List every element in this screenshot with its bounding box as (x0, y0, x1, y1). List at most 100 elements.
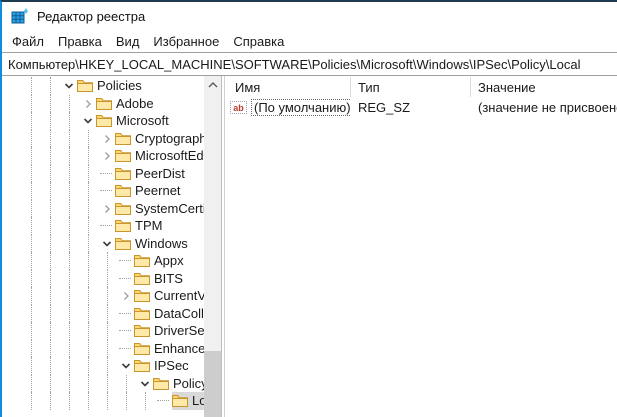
tree-item-label: PeerDist (135, 166, 185, 181)
tree-guide-line (69, 130, 70, 148)
tree-item-currentvers[interactable]: CurrentVers (2, 287, 204, 305)
address-bar[interactable]: Компьютер\HKEY_LOCAL_MACHINE\SOFTWARE\Po… (2, 52, 617, 76)
menu-edit[interactable]: Правка (51, 32, 109, 51)
chevron-right-icon[interactable] (80, 96, 96, 112)
tree-item-content: Cryptography (115, 130, 204, 148)
tree-item-content: Local (172, 392, 204, 410)
tree-item-windows[interactable]: Windows (2, 235, 204, 253)
tree-guide-line (31, 375, 32, 393)
tree-item-content: DataCollect (134, 305, 204, 323)
tree-guide-line (88, 252, 89, 270)
folder-icon (77, 79, 93, 92)
tree-guide-line (69, 305, 70, 323)
chevron-down-icon[interactable] (118, 358, 134, 374)
menu-file[interactable]: Файл (5, 32, 51, 51)
tree-guide-line (31, 147, 32, 165)
column-header-value[interactable]: Значение (471, 77, 617, 97)
tree-item-enhancedst[interactable]: EnhancedSt (2, 340, 204, 358)
tree-guide-line (126, 375, 127, 393)
chevron-down-icon[interactable] (99, 236, 115, 252)
tree-guide-line (126, 392, 127, 410)
chevron-right-icon[interactable] (99, 201, 115, 217)
tree-guide-line (88, 375, 89, 393)
tree-guide-line (107, 252, 108, 270)
value-name-cell: ab(По умолчанию) (225, 99, 351, 116)
tree-item-driversearc[interactable]: DriverSearc (2, 322, 204, 340)
tree-item-policy[interactable]: Policy (2, 375, 204, 393)
tree-item-content: IPSec (134, 357, 204, 375)
tree-item-label: DriverSearc (154, 323, 204, 338)
chevron-down-icon[interactable] (80, 113, 96, 129)
tree-item-label: Policy (173, 376, 204, 391)
list-rows: ab(По умолчанию)REG_SZ(значение не присв… (225, 97, 617, 118)
scroll-thumb[interactable] (204, 351, 221, 417)
tree-guide-line (31, 217, 32, 235)
folder-icon (134, 289, 150, 302)
folder-icon (115, 202, 131, 215)
tree-pane: PoliciesAdobeMicrosoftCryptographyMicros… (2, 76, 222, 417)
tree-item-adobe[interactable]: Adobe (2, 95, 204, 113)
tree-item-systemcertific[interactable]: SystemCertific (2, 200, 204, 218)
tree-guide-line (107, 375, 108, 393)
tree-guide-line (69, 112, 70, 130)
tree-item-local[interactable]: Local (2, 392, 204, 410)
column-header-name[interactable]: Имя (225, 77, 351, 97)
titlebar[interactable]: Редактор реестра (2, 2, 617, 30)
folder-icon (134, 359, 150, 372)
tree-item-content: TPM (115, 217, 204, 235)
tree-item-label: Appx (154, 253, 184, 268)
regedit-app-icon (11, 7, 29, 25)
tree-guide-line (50, 112, 51, 130)
menu-view[interactable]: Вид (109, 32, 147, 51)
tree-item-appx[interactable]: Appx (2, 252, 204, 270)
tree-item-content: Peernet (115, 182, 204, 200)
tree-vertical-scrollbar[interactable] (204, 76, 221, 417)
tree-item-microsoftedge[interactable]: MicrosoftEdge (2, 147, 204, 165)
tree-item-label: Cryptography (135, 131, 204, 146)
value-type: REG_SZ (351, 100, 471, 115)
tree-item-tpm[interactable]: TPM (2, 217, 204, 235)
folder-icon (153, 377, 169, 390)
tree-guide-line (31, 130, 32, 148)
column-header-type[interactable]: Тип (351, 77, 471, 97)
tree-item-policies[interactable]: Policies (2, 77, 204, 95)
tree-guide-line (50, 200, 51, 218)
tree-guide-line (88, 392, 89, 410)
menu-help[interactable]: Справка (226, 32, 291, 51)
chevron-right-icon[interactable] (99, 148, 115, 164)
tree-item-microsoft[interactable]: Microsoft (2, 112, 204, 130)
tree-guide-line (69, 235, 70, 253)
tree-guide-line (50, 287, 51, 305)
value-row[interactable]: ab(По умолчанию)REG_SZ(значение не присв… (225, 97, 617, 118)
tree-item-peernet[interactable]: Peernet (2, 182, 204, 200)
tree-item-ipsec[interactable]: IPSec (2, 357, 204, 375)
tree-item-content: Windows (115, 235, 204, 253)
tree-guide-line (31, 287, 32, 305)
folder-icon (115, 167, 131, 180)
chevron-down-icon[interactable] (137, 376, 153, 392)
folder-icon (96, 97, 112, 110)
chevron-down-icon[interactable] (61, 78, 77, 94)
tree-item-datacollect[interactable]: DataCollect (2, 305, 204, 323)
address-path: Компьютер\HKEY_LOCAL_MACHINE\SOFTWARE\Po… (2, 57, 581, 72)
values-pane: ИмяТипЗначение ab(По умолчанию)REG_SZ(зн… (224, 76, 617, 417)
chevron-right-icon[interactable] (99, 131, 115, 147)
chevron-right-icon[interactable] (118, 288, 134, 304)
tree-guide-stub (119, 330, 131, 331)
scroll-up-arrow[interactable] (204, 76, 221, 93)
tree-guide-line (50, 235, 51, 253)
tree-guide-line (107, 305, 108, 323)
tree-item-content: EnhancedSt (134, 340, 204, 358)
tree-item-label: Windows (135, 236, 188, 251)
tree-guide-line (107, 287, 108, 305)
tree-guide-line (50, 305, 51, 323)
folder-icon (134, 324, 150, 337)
tree-guide-stub (100, 173, 112, 174)
tree-guide-line (69, 287, 70, 305)
menu-favorites[interactable]: Избранное (146, 32, 226, 51)
folder-icon (134, 254, 150, 267)
tree-item-cryptography[interactable]: Cryptography (2, 130, 204, 148)
value-data: (значение не присвоено) (471, 100, 617, 115)
tree-item-peerdist[interactable]: PeerDist (2, 165, 204, 183)
tree-item-bits[interactable]: BITS (2, 270, 204, 288)
